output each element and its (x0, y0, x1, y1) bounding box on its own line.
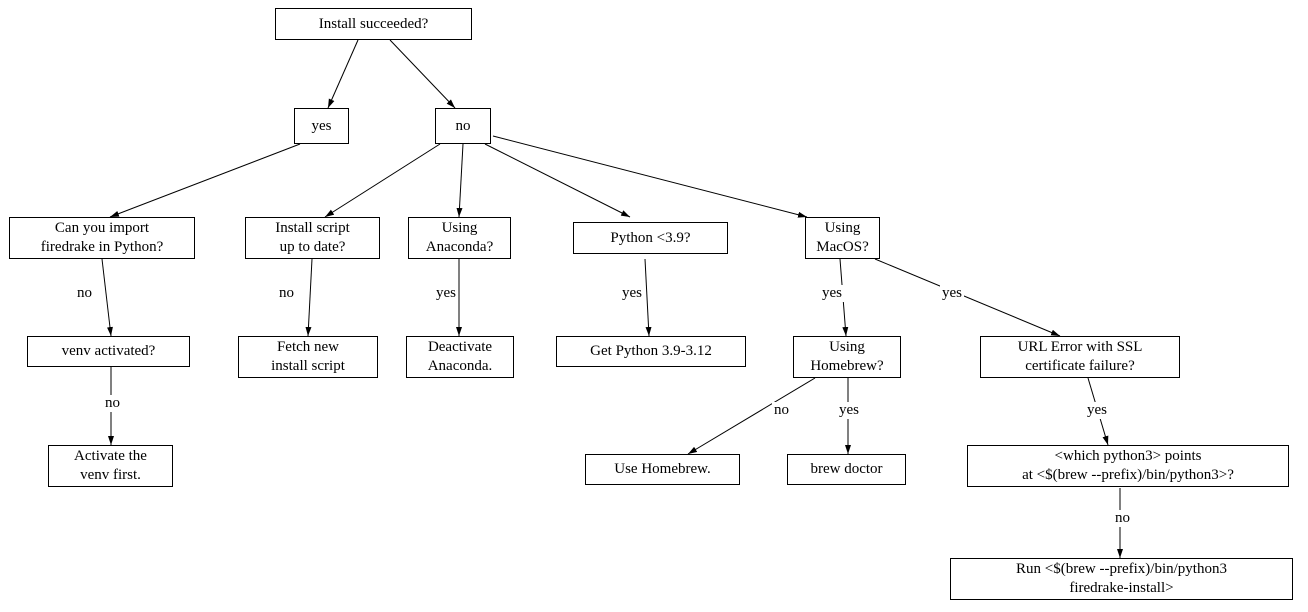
edge-label-no: no (772, 402, 791, 419)
node-getpy: Get Python 3.9-3.12 (556, 336, 746, 367)
edge-label-yes: yes (940, 285, 964, 302)
node-anaconda: Using Anaconda? (408, 217, 511, 259)
node-deact: Deactivate Anaconda. (406, 336, 514, 378)
edge-label-yes: yes (434, 285, 458, 302)
node-no: no (435, 108, 491, 144)
edge-label-no: no (75, 285, 94, 302)
node-import: Can you import firedrake in Python? (9, 217, 195, 259)
edge-label-yes: yes (837, 402, 861, 419)
edge-label-yes: yes (820, 285, 844, 302)
node-root: Install succeeded? (275, 8, 472, 40)
node-homebrew: Using Homebrew? (793, 336, 901, 378)
node-fetch: Fetch new install script (238, 336, 378, 378)
edge-label-no: no (103, 395, 122, 412)
node-script: Install script up to date? (245, 217, 380, 259)
node-run: Run <$(brew --prefix)/bin/python3 firedr… (950, 558, 1293, 600)
edge-label-yes: yes (1085, 402, 1109, 419)
node-pyver: Python <3.9? (573, 222, 728, 254)
edge-label-no: no (277, 285, 296, 302)
edge-label-no: no (1113, 510, 1132, 527)
node-venv: venv activated? (27, 336, 190, 367)
node-ssl: URL Error with SSL certificate failure? (980, 336, 1180, 378)
node-yes: yes (294, 108, 349, 144)
node-brewdoc: brew doctor (787, 454, 906, 485)
node-usehb: Use Homebrew. (585, 454, 740, 485)
edge-label-yes: yes (620, 285, 644, 302)
node-macos: Using MacOS? (805, 217, 880, 259)
node-which: <which python3> points at <$(brew --pref… (967, 445, 1289, 487)
node-activate: Activate the venv first. (48, 445, 173, 487)
